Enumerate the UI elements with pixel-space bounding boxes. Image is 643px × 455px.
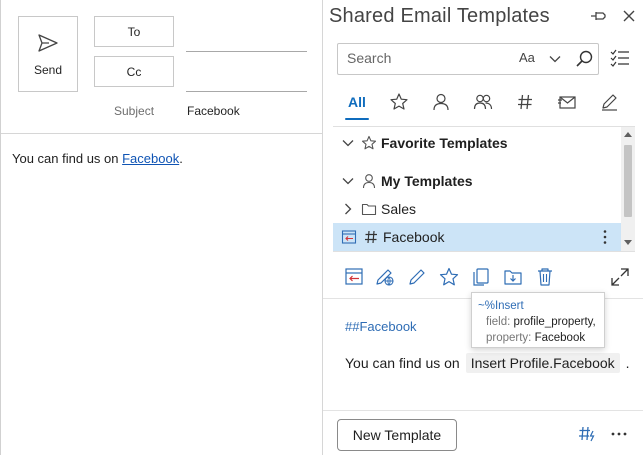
- footer-divider: [323, 410, 643, 411]
- tooltip-field-line: field: profile_property,: [478, 314, 598, 330]
- pin-icon[interactable]: [588, 6, 608, 26]
- search-box: Aa: [337, 43, 599, 75]
- template-tree: Favorite Templates My Templates Sales Fa…: [333, 126, 635, 252]
- cc-button[interactable]: Cc: [94, 56, 174, 87]
- tab-all-underline: [345, 118, 369, 120]
- tree-scrollbar[interactable]: [621, 127, 635, 251]
- person-icon: [433, 93, 449, 111]
- tree-item-my-templates[interactable]: My Templates: [333, 167, 621, 195]
- preview-hashtag: ##Facebook: [345, 319, 417, 334]
- tab-all[interactable]: All: [345, 86, 369, 118]
- pencil-icon: [409, 269, 425, 285]
- macro-chip[interactable]: Insert Profile.Facebook: [465, 353, 620, 373]
- subject-field[interactable]: Facebook: [187, 104, 240, 118]
- star-icon: [390, 93, 408, 110]
- tree-label-sales: Sales: [381, 201, 417, 217]
- more-vertical-icon[interactable]: [597, 229, 613, 245]
- search-icon[interactable]: [574, 49, 594, 69]
- edit-button[interactable]: [406, 266, 428, 288]
- tree-item-sales[interactable]: Sales: [333, 195, 621, 223]
- send-label: Send: [33, 63, 63, 77]
- tab-signatures[interactable]: [595, 86, 623, 118]
- cc-field[interactable]: [186, 91, 307, 92]
- people-icon: [473, 94, 493, 110]
- scroll-up-arrow-icon[interactable]: [624, 132, 632, 137]
- chevron-down-icon[interactable]: [341, 174, 355, 188]
- tooltip-field-value: profile_property,: [513, 316, 596, 328]
- to-button[interactable]: To: [94, 16, 174, 47]
- hashtag-lightning-icon[interactable]: [577, 425, 597, 443]
- tab-team-templates[interactable]: [469, 86, 497, 118]
- more-horizontal-icon[interactable]: [609, 425, 629, 443]
- match-case-icon[interactable]: Aa: [519, 50, 535, 65]
- scroll-thumb[interactable]: [624, 145, 632, 217]
- tooltip-property-line: property: Facebook: [478, 330, 598, 346]
- templates-pane: Shared Email Templates Aa All: [322, 0, 643, 455]
- star-icon: [439, 267, 459, 286]
- to-field[interactable]: [186, 51, 307, 52]
- folder-icon: [361, 203, 377, 216]
- send-icon: [38, 34, 58, 52]
- search-input[interactable]: [347, 50, 507, 66]
- chevron-right-icon[interactable]: [341, 202, 355, 216]
- preview-body: You can find us on Insert Profile.Facebo…: [345, 353, 630, 373]
- macro-tooltip: ~%Insert field: profile_property, proper…: [471, 292, 605, 348]
- tab-favorites[interactable]: [385, 86, 413, 118]
- tab-hashtags[interactable]: [511, 86, 539, 118]
- move-button[interactable]: [502, 266, 524, 288]
- tooltip-title: ~%Insert: [478, 300, 524, 312]
- hashtag-icon: [365, 230, 377, 244]
- tree-label-favorites: Favorite Templates: [381, 135, 508, 151]
- chevron-down-icon[interactable]: [341, 136, 355, 150]
- tooltip-field-key: field:: [486, 316, 511, 328]
- message-body[interactable]: You can find us on Facebook.: [12, 151, 183, 166]
- delete-button[interactable]: [534, 266, 556, 288]
- pen-icon: [602, 94, 617, 111]
- tooltip-property-value: Facebook: [534, 332, 586, 344]
- trash-icon: [538, 268, 552, 286]
- template-actions: [333, 262, 635, 294]
- chevron-down-icon[interactable]: [548, 52, 562, 66]
- expand-icon: [611, 268, 629, 286]
- hashtag-icon: [518, 94, 532, 110]
- envelope-icon: [558, 96, 576, 109]
- star-icon: [361, 135, 377, 150]
- preview-text: You can find us on: [345, 355, 460, 371]
- move-to-folder-icon: [504, 270, 522, 285]
- body-suffix: .: [179, 151, 183, 166]
- filter-tabs: All: [333, 86, 633, 122]
- favorite-button[interactable]: [438, 266, 460, 288]
- body-link[interactable]: Facebook: [122, 151, 179, 166]
- expand-button[interactable]: [609, 266, 631, 288]
- edit-web-button[interactable]: [374, 266, 396, 288]
- copy-button[interactable]: [470, 266, 492, 288]
- subject-label: Subject: [114, 104, 155, 118]
- scroll-down-arrow-icon[interactable]: [624, 240, 632, 245]
- tree-label-facebook: Facebook: [383, 229, 445, 245]
- insert-button[interactable]: [343, 266, 365, 288]
- tree-label-my-templates: My Templates: [381, 173, 473, 189]
- pane-title: Shared Email Templates: [329, 5, 550, 27]
- pen-globe-icon: [376, 269, 394, 286]
- copy-icon: [473, 268, 489, 286]
- sort-list-icon[interactable]: [609, 47, 631, 69]
- tab-my-templates[interactable]: [427, 86, 455, 118]
- body-prefix: You can find us on: [12, 151, 123, 166]
- preview-suffix: .: [625, 355, 630, 371]
- tab-email-templates[interactable]: [553, 86, 581, 118]
- close-icon[interactable]: [619, 6, 639, 26]
- tooltip-property-key: property:: [486, 332, 532, 344]
- insert-template-icon[interactable]: [341, 229, 357, 245]
- compose-divider: [1, 133, 323, 134]
- send-button[interactable]: Send: [18, 16, 78, 92]
- tree-item-facebook[interactable]: Facebook: [333, 223, 621, 251]
- person-icon: [362, 174, 376, 189]
- compose-pane: Send To Cc Subject Facebook You can find…: [0, 0, 323, 455]
- new-template-button[interactable]: New Template: [337, 419, 457, 451]
- tree-item-favorites[interactable]: Favorite Templates: [333, 129, 621, 157]
- insert-template-icon: [345, 268, 363, 285]
